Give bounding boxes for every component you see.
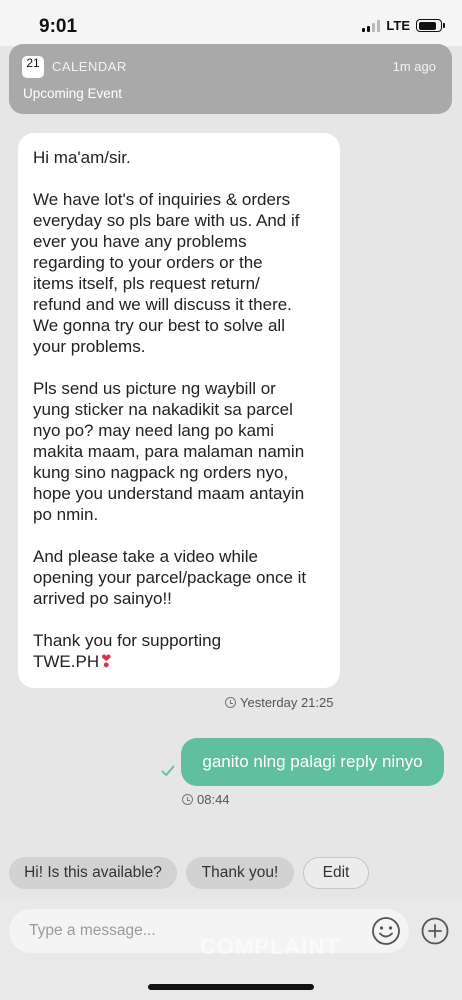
message-line: nyo po? may need lang po kami bbox=[33, 421, 274, 440]
plus-icon[interactable] bbox=[421, 917, 449, 945]
message-line: regarding to your orders or the bbox=[33, 253, 263, 272]
calendar-notification[interactable]: 21 CALENDAR 1m ago Upcoming Event bbox=[9, 44, 452, 114]
notification-app-name: CALENDAR bbox=[52, 59, 127, 74]
incoming-timestamp-text: Yesterday 21:25 bbox=[240, 695, 334, 710]
quick-reply-edit[interactable]: Edit bbox=[303, 857, 369, 889]
message-line: And please take a video while bbox=[33, 547, 258, 566]
watermark: COMPLAINT bbox=[200, 934, 340, 959]
signal-icon bbox=[362, 19, 381, 32]
message-line-gap bbox=[33, 168, 325, 189]
message-line: makita maam, para malaman namin bbox=[33, 442, 305, 461]
check-icon bbox=[161, 765, 175, 776]
status-bar: 9:01 LTE bbox=[0, 0, 462, 46]
message-line: Thank you for supporting bbox=[33, 631, 222, 650]
network-label: LTE bbox=[386, 18, 410, 33]
incoming-timestamp: Yesterday 21:25 bbox=[225, 695, 333, 710]
message-line: kung sino nagpack ng orders nyo, bbox=[33, 463, 289, 482]
message-line: your problems. bbox=[33, 337, 146, 356]
message-line: po nmin. bbox=[33, 505, 99, 524]
quick-reply-thank-you[interactable]: Thank you! bbox=[186, 857, 294, 889]
message-line-gap bbox=[33, 357, 325, 378]
message-line: We have lot's of inquiries & orders bbox=[33, 190, 291, 209]
message-line: We gonna try our best to solve all bbox=[33, 316, 285, 335]
message-line-gap bbox=[33, 609, 325, 630]
message-line: arrived po sainyo!! bbox=[33, 589, 172, 608]
calendar-icon: 21 bbox=[22, 56, 44, 78]
calendar-icon-day: 21 bbox=[26, 56, 40, 70]
notification-body: Upcoming Event bbox=[23, 86, 123, 101]
heart-emoji: ❣ bbox=[99, 652, 114, 671]
battery-icon bbox=[416, 19, 445, 32]
emoji-icon[interactable] bbox=[371, 916, 401, 946]
message-line: Hi ma'am/sir. bbox=[33, 148, 131, 167]
message-line: hope you understand maam antayin bbox=[33, 484, 305, 503]
message-line: items itself, pls request return/ bbox=[33, 274, 260, 293]
outgoing-message-bubble[interactable]: ganito nlng palagi reply ninyo bbox=[181, 738, 444, 786]
message-line: yung sticker na nakadikit sa parcel bbox=[33, 400, 293, 419]
message-line: ever you have any problems bbox=[33, 232, 247, 251]
message-line: everyday so pls bare with us. And if bbox=[33, 211, 300, 230]
message-line: TWE.PH❣ bbox=[33, 652, 114, 671]
clock-icon bbox=[182, 794, 193, 805]
message-line-gap bbox=[33, 525, 325, 546]
notification-time: 1m ago bbox=[392, 59, 436, 74]
incoming-message-text: Hi ma'am/sir. We have lot's of inquiries … bbox=[33, 147, 325, 672]
incoming-message-bubble[interactable]: Hi ma'am/sir. We have lot's of inquiries … bbox=[18, 133, 340, 688]
status-indicators: LTE bbox=[362, 18, 445, 33]
clock-icon bbox=[225, 697, 236, 708]
message-line: refund and we will discuss it there. bbox=[33, 295, 292, 314]
message-line: opening your parcel/package once it bbox=[33, 568, 307, 587]
message-line: Pls send us picture ng waybill or bbox=[33, 379, 276, 398]
status-time: 9:01 bbox=[39, 16, 78, 37]
quick-reply-available[interactable]: Hi! Is this available? bbox=[9, 857, 177, 889]
outgoing-timestamp-text: 08:44 bbox=[197, 792, 230, 807]
home-indicator[interactable] bbox=[148, 984, 314, 990]
outgoing-timestamp: 08:44 bbox=[182, 792, 230, 807]
